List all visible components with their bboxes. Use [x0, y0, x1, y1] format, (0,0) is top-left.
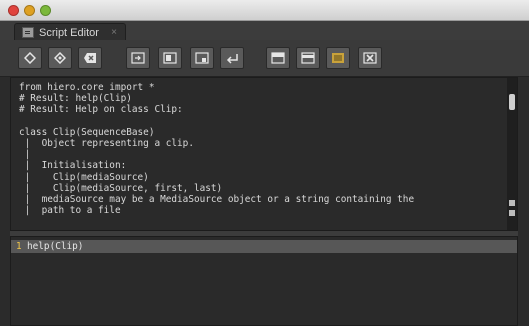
show-input-only-button[interactable]	[326, 47, 350, 69]
output-line: # Result: Help on class Clip:	[19, 104, 183, 116]
scroll-down-icon[interactable]	[509, 210, 515, 216]
line-number: 1	[16, 241, 22, 252]
split-bottom-icon	[301, 52, 315, 64]
window-titlebar	[0, 0, 529, 21]
tab-bar: Script Editor ×	[0, 21, 529, 41]
save-script-icon	[195, 52, 209, 64]
output-line: | Initialisation:	[19, 160, 127, 172]
tab-label: Script Editor	[39, 26, 99, 39]
output-panel[interactable]: from hiero.core import * # Result: help(…	[10, 77, 518, 231]
next-script-button[interactable]	[48, 47, 72, 69]
scroll-up-icon[interactable]	[509, 200, 515, 206]
split-top-icon	[271, 52, 285, 64]
output-line: | Object representing a clip.	[19, 138, 194, 150]
scrollbar-thumb[interactable]	[509, 94, 515, 110]
clear-x-icon	[84, 53, 96, 63]
previous-script-button[interactable]	[18, 47, 42, 69]
output-scrollbar[interactable]	[507, 78, 517, 230]
maximize-window-button[interactable]	[40, 5, 51, 16]
close-box-icon	[363, 52, 377, 64]
input-panel[interactable]: 1 help(Clip)	[10, 236, 518, 326]
load-script-button[interactable]	[158, 47, 182, 69]
output-line: class Clip(SequenceBase)	[19, 126, 155, 138]
tab-close-icon[interactable]: ×	[111, 27, 117, 38]
current-input-line[interactable]: 1 help(Clip)	[11, 240, 517, 253]
show-input-output-button[interactable]	[266, 47, 290, 69]
toolbar	[0, 40, 529, 77]
output-line: | Clip(mediaSource)	[19, 171, 149, 183]
output-line: # Result: help(Clip)	[19, 93, 132, 105]
clear-history-button[interactable]	[78, 47, 102, 69]
output-line: |	[19, 149, 31, 161]
output-line: from hiero.core import *	[19, 82, 155, 93]
clear-output-button[interactable]	[358, 47, 382, 69]
source-script-button[interactable]	[126, 47, 150, 69]
save-script-button[interactable]	[190, 47, 214, 69]
output-text: from hiero.core import * # Result: help(…	[19, 82, 503, 230]
run-script-button[interactable]	[220, 47, 244, 69]
output-line: | Clip(mediaSource, first, last)	[19, 182, 223, 194]
output-line: | path to a file	[19, 205, 121, 217]
list-icon	[332, 53, 344, 63]
enter-arrow-icon	[226, 54, 238, 64]
output-line: | mediaSource may be a MediaSource objec…	[19, 194, 415, 206]
minimize-window-button[interactable]	[24, 5, 35, 16]
diamond-icon	[24, 52, 36, 64]
close-window-button[interactable]	[8, 5, 19, 16]
diamond-dot-icon	[54, 52, 66, 64]
script-editor-icon	[22, 27, 34, 38]
tab-script-editor[interactable]: Script Editor ×	[14, 23, 126, 41]
open-script-icon	[163, 52, 177, 64]
show-output-only-button[interactable]	[296, 47, 320, 69]
input-text[interactable]: help(Clip)	[27, 241, 83, 252]
load-script-icon	[131, 52, 145, 64]
